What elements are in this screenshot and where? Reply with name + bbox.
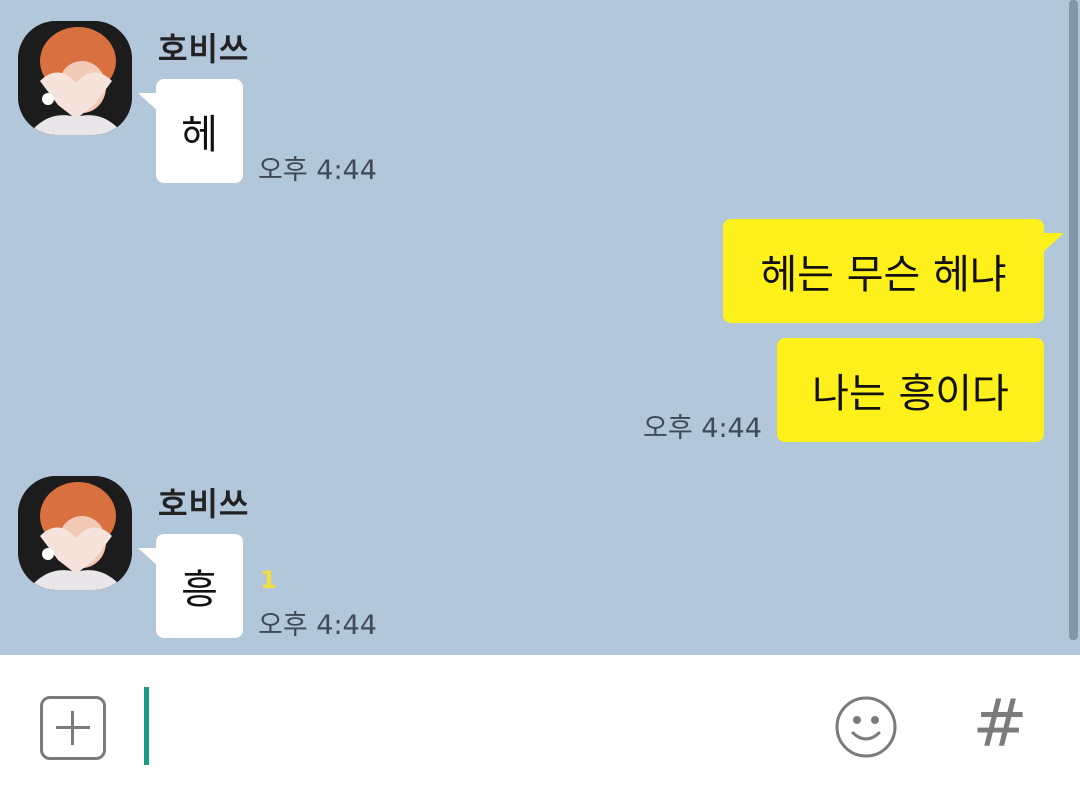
- chat-app: 호비쓰 헤 오후 4:44 헤는 무슨 헤냐 나는 흥이다 오후 4:44 호비…: [0, 0, 1080, 799]
- message-bubble-outgoing[interactable]: 헤는 무슨 헤냐: [723, 219, 1044, 323]
- text-cursor: [144, 687, 149, 765]
- message-text: 헤는 무슨 헤냐: [760, 252, 1007, 298]
- scrollbar[interactable]: [1069, 0, 1078, 640]
- chat-message-list[interactable]: 호비쓰 헤 오후 4:44 헤는 무슨 헤냐 나는 흥이다 오후 4:44 호비…: [0, 0, 1080, 655]
- plus-vertical-stroke: [71, 711, 74, 745]
- plus-square-icon[interactable]: [40, 696, 106, 760]
- message-bubble-incoming[interactable]: 헤: [156, 79, 243, 183]
- smiley-icon[interactable]: [834, 695, 898, 759]
- message-bubble-incoming[interactable]: 흥: [156, 534, 243, 638]
- sender-name: 호비쓰: [158, 485, 250, 523]
- hashtag-search-button[interactable]: #: [970, 689, 1030, 759]
- profile-photo-icon: [18, 476, 132, 590]
- message-time: 오후 4:44: [258, 610, 377, 641]
- message-text: 나는 흥이다: [812, 371, 1009, 417]
- bubble-tail: [1042, 233, 1064, 253]
- sender-avatar[interactable]: [18, 21, 132, 135]
- message-time: 오후 4:44: [258, 155, 377, 186]
- unread-count: 1: [260, 566, 277, 594]
- profile-photo-icon: [18, 21, 132, 135]
- message-text: 헤: [181, 112, 218, 158]
- sender-avatar[interactable]: [18, 476, 132, 590]
- sender-name: 호비쓰: [158, 30, 250, 68]
- message-bubble-outgoing[interactable]: 나는 흥이다: [777, 338, 1044, 442]
- message-text: 흥: [181, 567, 218, 613]
- message-input-bar: #: [0, 655, 1080, 799]
- message-input[interactable]: [152, 685, 796, 767]
- message-time: 오후 4:44: [643, 413, 762, 444]
